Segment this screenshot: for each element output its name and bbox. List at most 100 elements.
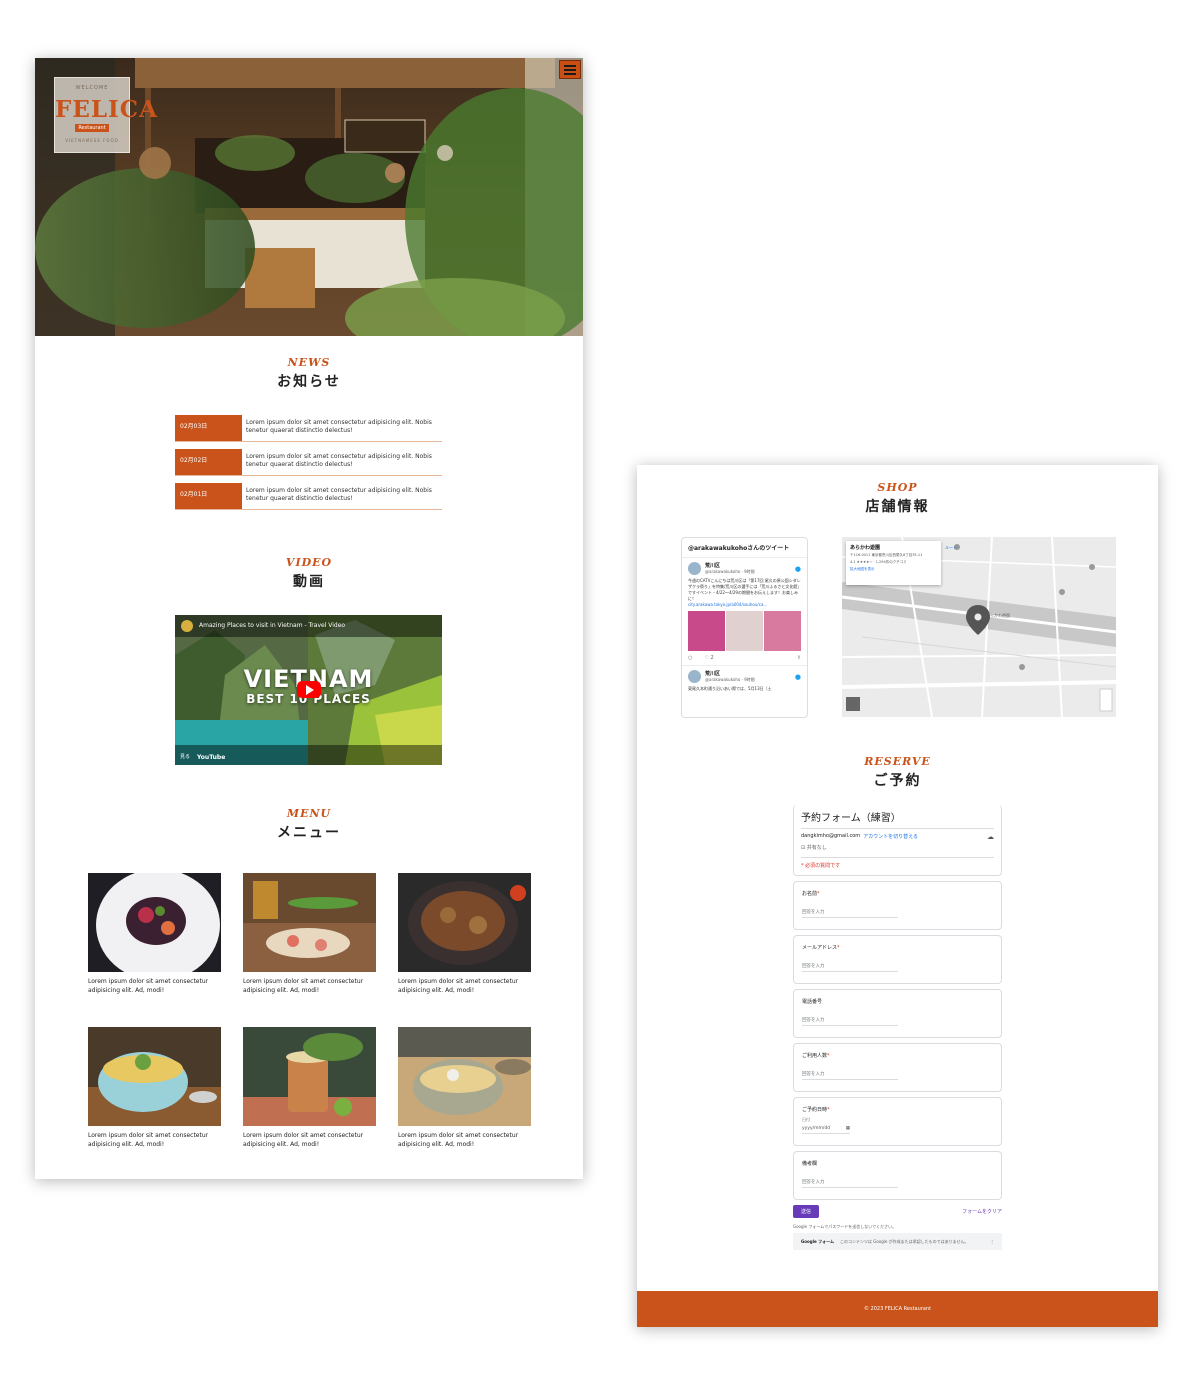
logo-bottom-text: VIETNAMESE FOOD [65,138,119,143]
form-account-email: dangkimho@gmail.com [801,833,861,839]
menu-item-text: Lorem ipsum dolor sit amet consectetur a… [398,1132,519,1148]
menu-item[interactable]: Lorem ipsum dolor sit amet consectetur a… [398,873,531,995]
shop-heading-jp: 店舗情報 [865,499,930,515]
copyright-text: © 2023 FELICA Restaurant [863,1306,932,1312]
avatar [688,562,701,575]
youtube-logo[interactable]: YouTube [197,754,225,761]
video-heading: VIDEO 動画 [35,556,583,591]
map-place-card[interactable]: あらかわ遊園 〒116-0011 東京都荒川区西尾久6丁目35-11 4.1 ★… [846,541,941,585]
form-required-note: * 必須の質問です [801,857,994,869]
video-title: Amazing Places to visit in Vietnam - Tra… [199,622,346,629]
map-directions-link[interactable]: ルート [945,545,957,551]
shop-heading-en: SHOP [877,481,918,494]
news-text: Lorem ipsum dolor sit amet consectetur a… [246,419,432,434]
form-account-row: dangkimho@gmail.com アカウントを切り替える ☁ [801,833,994,841]
hamburger-menu-icon[interactable] [559,60,581,79]
required-star: * [837,945,840,951]
video-heading-en: VIDEO [285,556,333,569]
shop-heading: SHOP 店舗情報 [637,481,1158,516]
menu-heading-jp: メニュー [277,825,341,841]
remarks-input[interactable]: 回答を入力 [802,1179,898,1188]
video-heading-jp: 動画 [293,574,325,590]
google-forms-disclaimer: このコンテンツは Google が作成または承認したものではありません。 [840,1239,969,1244]
news-heading: NEWS お知らせ [35,356,583,391]
question-phone: 電話番号 回答を入力 [793,989,1002,1038]
homepage-top: WELCOME FELICA Restaurant VIETNAMESE FOO… [35,58,583,1179]
name-input[interactable]: 回答を入力 [802,909,898,918]
logo-name: FELICA [55,96,158,123]
form-title: 予約フォーム（練習） [801,809,994,829]
menu-item[interactable]: Lorem ipsum dolor sit amet consectetur a… [243,873,376,995]
menu-item[interactable]: Lorem ipsum dolor sit amet consectetur a… [243,1027,376,1149]
email-input[interactable]: 回答を入力 [802,963,898,972]
tweet-author[interactable]: 荒川区 @arakawakukoho · 9時間 ● [682,666,807,683]
share-icon[interactable]: ⇪ [797,655,801,661]
rice-bowl-photo [88,1027,221,1126]
tweet-author[interactable]: 荒川区 @arakawakukoho · 9時間 ● [682,558,807,575]
map-place-address: 〒116-0011 東京都荒川区西尾久6丁目35-11 [850,553,923,557]
reserve-heading: RESERVE ご予約 [637,755,1158,790]
news-text: Lorem ipsum dolor sit amet consectetur a… [246,453,432,468]
tweet-text: 東尾久本町通り沿いあい際では、5月13日（土 [688,686,772,691]
calendar-icon[interactable]: ▦ [846,1126,850,1131]
news-item[interactable]: 02月01日 Lorem ipsum dolor sit amet consec… [175,483,442,510]
clear-form-link[interactable]: フォームをクリア [962,1208,1002,1215]
reserve-heading-jp: ご予約 [873,773,922,789]
submit-button[interactable]: 送信 [793,1205,820,1218]
news-heading-jp: お知らせ [277,374,341,390]
google-map-embed[interactable]: あらかわ遊園 〒116-0011 東京都荒川区西尾久6丁目35-11 4.1 ★… [842,537,1116,717]
question-label: 電話番号 [802,999,823,1005]
watch-label[interactable]: 見る [180,753,190,760]
brand-logo[interactable]: WELCOME FELICA Restaurant VIETNAMESE FOO… [54,77,158,153]
tweet-author-handle: @arakawakukoho · 9時間 [705,677,755,682]
menu-item[interactable]: Lorem ipsum dolor sit amet consectetur a… [88,873,221,995]
reserve-heading-en: RESERVE [864,755,931,768]
menu-item-text: Lorem ipsum dolor sit amet consectetur a… [88,1132,209,1148]
news-text: Lorem ipsum dolor sit amet consectetur a… [246,487,432,502]
news-item[interactable]: 02月03日 Lorem ipsum dolor sit amet consec… [175,415,442,442]
party-size-input[interactable]: 回答を入力 [802,1071,898,1080]
menu-item-text: Lorem ipsum dolor sit amet consectetur a… [88,978,209,994]
youtube-video-embed[interactable]: Amazing Places to visit in Vietnam - Tra… [175,615,442,765]
tweet-author-handle: @arakawakukoho · 9時間 [705,569,755,574]
twitter-bird-icon: ● [794,564,801,573]
like-icon[interactable]: ♡ 2 [704,655,713,661]
required-star: * [817,891,820,897]
news-list: 02月03日 Lorem ipsum dolor sit amet consec… [175,415,442,517]
menu-heading-en: MENU [286,807,332,820]
news-date: 02月01日 [175,483,242,509]
more-options-icon[interactable]: ⋮ [990,1239,994,1244]
menu-item[interactable]: Lorem ipsum dolor sit amet consectetur a… [88,1027,221,1149]
soup-bowl-photo [398,1027,531,1126]
menu-item-text: Lorem ipsum dolor sit amet consectetur a… [243,1132,364,1148]
twitter-timeline[interactable]: @arakawakukohoさんのツイート 荒川区 @arakawakukoho… [681,537,808,718]
menu-item[interactable]: Lorem ipsum dolor sit amet consectetur a… [398,1027,531,1149]
tweet-link[interactable]: city.arakawa.tokyo.jp/a004/souhou/ca... [688,602,767,607]
menu-item-text: Lorem ipsum dolor sit amet consectetur a… [243,978,364,994]
logo-sub: Restaurant [75,124,109,132]
news-item[interactable]: 02月02日 Lorem ipsum dolor sit amet consec… [175,449,442,476]
question-label: ご予約日時 [802,1107,828,1113]
reply-icon[interactable]: ○ [688,655,692,661]
question-label: メールアドレス [802,945,838,951]
play-icon[interactable] [297,681,321,698]
map-pin-label: あらかわ遊園 [986,613,1010,618]
date-input[interactable]: yyyy/mm/dd ▦ [802,1126,850,1134]
twitter-bird-icon: ● [794,672,801,681]
phone-input[interactable]: 回答を入力 [802,1017,898,1026]
google-forms-brand[interactable]: Google フォーム [801,1239,834,1245]
reservation-google-form: 予約フォーム（練習） dangkimho@gmail.com アカウントを切り替… [793,805,1002,1250]
menu-item-text: Lorem ipsum dolor sit amet consectetur a… [398,978,519,994]
news-heading-en: NEWS [287,356,331,369]
date-sub-label: 日付 [802,1117,810,1122]
hero-image: WELCOME FELICA Restaurant VIETNAMESE FOO… [35,58,583,336]
question-date: ご予約日時* 日付 yyyy/mm/dd ▦ [793,1097,1002,1146]
tweet-images[interactable] [688,611,801,651]
map-enlarge-link[interactable]: 拡大地図を表示 [850,567,937,572]
question-party-size: ご利用人数* 回答を入力 [793,1043,1002,1092]
tweet-actions: ○ ♡ 2 ⇪ [682,651,807,666]
switch-account-link[interactable]: アカウントを切り替える [863,833,918,841]
like-count: 2 [710,655,714,661]
question-name: お名前* 回答を入力 [793,881,1002,930]
drink-photo [243,1027,376,1126]
